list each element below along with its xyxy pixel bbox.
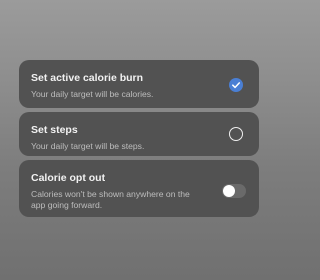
- option-set-steps[interactable]: Set steps Your daily target will be step…: [19, 112, 259, 156]
- daily-target-options: Set active calorie burn Your daily targe…: [19, 60, 259, 221]
- option-description: Calories won't be shown anywhere on the …: [31, 189, 190, 210]
- option-description: Your daily target will be steps.: [31, 141, 145, 151]
- option-calorie-opt-out[interactable]: Calorie opt out Calories won't be shown …: [19, 160, 259, 217]
- option-title: Set steps: [31, 124, 78, 136]
- radio-empty-icon[interactable]: [229, 127, 243, 141]
- checkmark-circle-icon[interactable]: [229, 78, 243, 92]
- option-description: Your daily target will be calories.: [31, 89, 154, 99]
- option-active-calorie-burn[interactable]: Set active calorie burn Your daily targe…: [19, 60, 259, 108]
- toggle-switch[interactable]: [222, 184, 246, 198]
- option-title: Set active calorie burn: [31, 72, 144, 84]
- option-title: Calorie opt out: [31, 172, 106, 184]
- toggle-knob: [223, 185, 235, 197]
